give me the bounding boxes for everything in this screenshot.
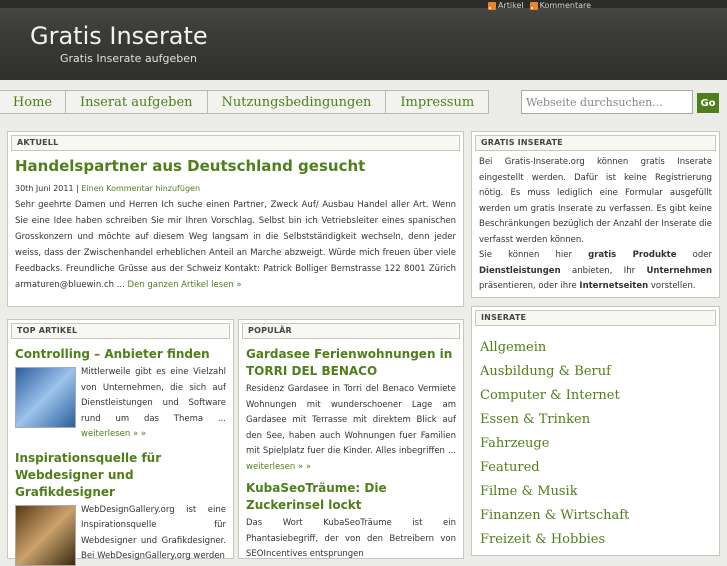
- top-artikel-body-2: WebDesignGallery.org ist eine Inspiratio…: [81, 504, 226, 562]
- main-nav: Home Inserat aufgeben Nutzungsbedingunge…: [0, 90, 490, 114]
- gratis-inserate-text: Bei Gratis-Inserate.org können gratis In…: [479, 155, 712, 295]
- nav-item-home[interactable]: Home: [0, 90, 66, 114]
- p2-i: vorstellen.: [648, 281, 696, 291]
- site-header: Gratis Inserate Gratis Inserate aufgeben…: [0, 0, 727, 80]
- dienstleistungen-text: Dienstleistungen: [479, 265, 561, 276]
- feed-kommentare-label: Kommentare: [539, 1, 592, 10]
- feed-artikel-link[interactable]: Artikel: [488, 1, 524, 10]
- p2-c: oder: [676, 250, 712, 260]
- category-ausbildung-beruf[interactable]: Ausbildung & Beruf: [480, 360, 719, 384]
- feed-links: Artikel Kommentare: [488, 1, 591, 10]
- category-fahrzeuge[interactable]: Fahrzeuge: [480, 432, 719, 456]
- gratis-inserate-heading: GRATIS INSERATE: [475, 135, 716, 151]
- category-computer-internet[interactable]: Computer & Internet: [480, 384, 719, 408]
- category-filme-musik[interactable]: Filme & Musik: [480, 480, 719, 504]
- read-full-article-link[interactable]: Den ganzen Artikel lesen »: [128, 280, 242, 290]
- post-date: 30th Juni 2011: [15, 184, 74, 193]
- add-comment-link[interactable]: Einen Kommentar hinzufügen: [81, 184, 200, 193]
- top-artikel-item-1: Mittlerweile gibt es eine Vielzahl von U…: [15, 365, 226, 443]
- top-artikel-box: TOP ARTIKEL Controlling – Anbieter finde…: [7, 319, 234, 566]
- unternehmen-text: Unternehmen: [646, 265, 712, 276]
- webdesign-thumbnail[interactable]: [15, 504, 76, 566]
- top-artikel-title-2[interactable]: Inspirationsquelle für Webdesigner und G…: [15, 450, 228, 501]
- category-finanzen-wirtschaft[interactable]: Finanzen & Wirtschaft: [480, 504, 719, 528]
- populaer-body-1: Residenz Gardasee in Torri del Benaco Ve…: [246, 384, 456, 456]
- site-subtitle: Gratis Inserate aufgeben: [60, 52, 197, 65]
- aktuell-box: AKTUELL Handelspartner aus Deutschland g…: [7, 131, 464, 307]
- populaer-box: POPULÄR Gardasee Ferienwohnungen in TORR…: [238, 319, 464, 559]
- aktuell-meta: 30th Juni 2011 | Einen Kommentar hinzufü…: [15, 184, 463, 193]
- aktuell-heading: AKTUELL: [11, 135, 460, 151]
- populaer-heading: POPULÄR: [242, 323, 460, 339]
- p2-g: präsentieren, oder ihre: [479, 281, 580, 291]
- feed-artikel-label: Artikel: [498, 1, 524, 10]
- top-artikel-heading: TOP ARTIKEL: [11, 323, 230, 339]
- gratis-paragraph-2: Sie können hier gratis Produkte oder Die…: [479, 248, 712, 295]
- p2-e: anbieten, Ihr: [560, 265, 647, 276]
- populaer-body-2: Das Wort KubaSeoTräume ist ein Phantasie…: [246, 518, 456, 559]
- nav-item-impressum[interactable]: Impressum: [386, 90, 490, 114]
- top-artikel-item-2: WebDesignGallery.org ist eine Inspiratio…: [15, 503, 226, 566]
- category-featured[interactable]: Featured: [480, 456, 719, 480]
- gratis-inserate-box: GRATIS INSERATE Bei Gratis-Inserate.org …: [471, 131, 720, 298]
- populaer-item-1: Residenz Gardasee in Torri del Benaco Ve…: [246, 382, 456, 475]
- aktuell-body-text: Sehr geehrte Damen und Herren Ich suche …: [15, 200, 456, 290]
- site-title[interactable]: Gratis Inserate: [30, 22, 208, 50]
- category-list: Allgemein Ausbildung & Beruf Computer & …: [472, 336, 719, 552]
- aktuell-post-title[interactable]: Handelspartner aus Deutschland gesucht: [15, 157, 463, 175]
- internetseiten-text: Internetseiten: [579, 281, 649, 291]
- nav-item-inserat-aufgeben[interactable]: Inserat aufgeben: [66, 90, 208, 114]
- search-go-button[interactable]: Go: [697, 93, 719, 113]
- top-artikel-body-1: Mittlerweile gibt es eine Vielzahl von U…: [81, 367, 226, 424]
- header-top-strip: [0, 0, 727, 8]
- weiterlesen-link[interactable]: weiterlesen » »: [246, 462, 311, 472]
- inserate-heading: INSERATE: [475, 310, 716, 326]
- p2-a: Sie können hier: [479, 250, 589, 260]
- top-artikel-title-1[interactable]: Controlling – Anbieter finden: [15, 346, 228, 363]
- feed-kommentare-link[interactable]: Kommentare: [529, 1, 592, 10]
- aktuell-post-body: Sehr geehrte Damen und Herren Ich suche …: [15, 197, 456, 293]
- search-input[interactable]: Webseite durchsuchen...: [521, 90, 693, 114]
- rss-icon: [488, 1, 496, 10]
- weiterlesen-link[interactable]: weiterlesen » »: [81, 429, 146, 439]
- category-freizeit-hobbies[interactable]: Freizeit & Hobbies: [480, 528, 719, 552]
- nav-item-nutzungsbedingungen[interactable]: Nutzungsbedingungen: [207, 90, 387, 114]
- gratis-paragraph-1: Bei Gratis-Inserate.org können gratis In…: [479, 157, 712, 245]
- populaer-title-2[interactable]: KubaSeoTräume: Die Zuckerinsel lockt: [246, 480, 458, 514]
- category-essen-trinken[interactable]: Essen & Trinken: [480, 408, 719, 432]
- category-allgemein[interactable]: Allgemein: [480, 336, 719, 360]
- controlling-thumbnail[interactable]: [15, 367, 76, 428]
- gratis-produkte-text: gratis Produkte: [588, 250, 677, 260]
- populaer-title-1[interactable]: Gardasee Ferienwohnungen in TORRI DEL BE…: [246, 346, 458, 380]
- inserate-box: INSERATE Allgemein Ausbildung & Beruf Co…: [471, 306, 720, 556]
- rss-icon: [529, 1, 538, 10]
- populaer-item-2: Das Wort KubaSeoTräume ist ein Phantasie…: [246, 516, 456, 563]
